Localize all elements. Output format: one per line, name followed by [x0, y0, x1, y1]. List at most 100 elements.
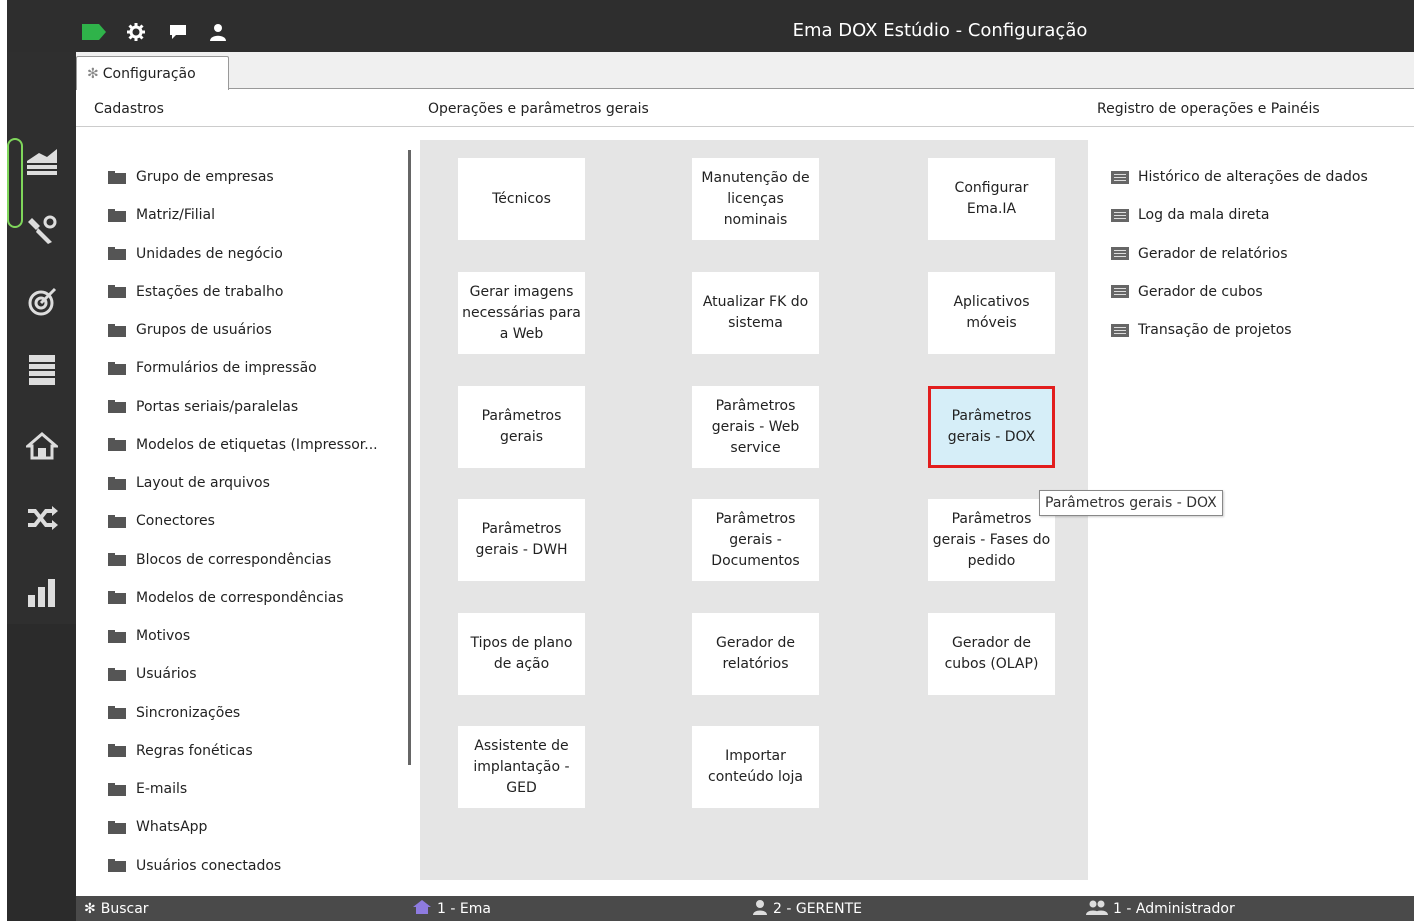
tile-button[interactable]: Gerador de cubos (OLAP) [928, 613, 1055, 695]
tile-button[interactable]: Aplicativos móveis [928, 272, 1055, 354]
list-item[interactable]: Usuários [108, 664, 197, 684]
tile-button[interactable]: Assistente de implantação - GED [458, 726, 585, 808]
list-item[interactable]: Regras fonéticas [108, 741, 253, 761]
folder-icon [108, 400, 126, 413]
scrollbar[interactable] [408, 150, 411, 765]
list-item[interactable]: Blocos de correspondências [108, 550, 331, 570]
list-item[interactable]: Log da mala direta [1111, 205, 1269, 225]
tile-button[interactable]: Gerador de relatórios [692, 613, 819, 695]
folder-icon [108, 438, 126, 452]
bar-chart-icon[interactable] [15, 562, 68, 622]
tag-icon[interactable] [82, 20, 106, 44]
list-item[interactable]: Layout de arquivos [108, 473, 270, 493]
company-label: 1 - Ema [437, 900, 491, 917]
list-item[interactable]: Modelos de correspondências [108, 588, 344, 608]
chat-icon[interactable] [166, 20, 190, 44]
list-item-label: Usuários conectados [136, 857, 282, 874]
folder-icon [108, 629, 126, 643]
tile-button[interactable]: Configurar Ema.IA [928, 158, 1055, 240]
status-bar: ✻ Buscar 1 - Ema 2 - GERENTE 1 - Adminis… [76, 896, 1414, 921]
section-registro-title: Registro de operações e Painéis [1097, 101, 1320, 117]
list-item[interactable]: Gerador de cubos [1111, 282, 1263, 302]
folder-icon [108, 859, 126, 872]
dashboard-icon[interactable] [15, 132, 68, 192]
list-item-label: Estações de trabalho [136, 283, 284, 300]
folder-icon [108, 170, 126, 184]
list-item-label: Modelos de etiquetas (Impressor... [136, 436, 378, 453]
profile-indicator[interactable]: 2 - GERENTE [752, 896, 862, 921]
list-item[interactable]: Unidades de negócio [108, 244, 283, 264]
tile-button[interactable]: Parâmetros gerais - Documentos [692, 499, 819, 581]
tile-button[interactable]: Técnicos [458, 158, 585, 240]
list-item-label: Conectores [136, 513, 215, 530]
list-item-label: Usuários [136, 666, 197, 683]
tile-button[interactable]: Parâmetros gerais [458, 386, 585, 468]
folder-icon [108, 285, 126, 299]
folder-icon [108, 323, 126, 337]
tile-button[interactable]: Manutenção de licenças nominais [692, 158, 819, 240]
table-icon[interactable] [15, 340, 68, 400]
tile-button[interactable]: Parâmetros gerais - DWH [458, 499, 585, 581]
user-indicator[interactable]: 1 - Administrador [1086, 896, 1235, 921]
user-icon[interactable] [206, 20, 230, 44]
folder-icon [108, 706, 126, 719]
home-icon[interactable] [15, 416, 68, 476]
list-item[interactable]: Histórico de alterações de dados [1111, 167, 1368, 187]
list-item[interactable]: Portas seriais/paralelas [108, 397, 298, 417]
window-left-edge [0, 0, 7, 52]
list-item[interactable]: Formulários de impressão [108, 358, 317, 378]
tile-button[interactable]: Tipos de plano de ação [458, 613, 585, 695]
list-item-label: Unidades de negócio [136, 245, 283, 262]
list-item[interactable]: Gerador de relatórios [1111, 244, 1288, 264]
folder-icon [108, 247, 126, 260]
list-item-label: Layout de arquivos [136, 475, 270, 491]
tile-button[interactable]: Parâmetros gerais - Fases do pedido [928, 499, 1055, 581]
list-item[interactable]: Conectores [108, 511, 215, 531]
list-item[interactable]: Motivos [108, 626, 190, 646]
list-item[interactable]: Transação de projetos [1111, 320, 1292, 340]
list-item-label: Gerador de cubos [1138, 283, 1263, 300]
section-operacoes-title: Operações e parâmetros gerais [428, 101, 649, 117]
target-icon[interactable] [15, 272, 68, 332]
tile-button[interactable]: Atualizar FK do sistema [692, 272, 819, 354]
tools-icon[interactable] [15, 200, 68, 260]
list-item[interactable]: Usuários conectados [108, 856, 281, 876]
list-icon [1111, 170, 1129, 184]
user-label: 1 - Administrador [1113, 900, 1235, 917]
list-item[interactable]: Grupos de usuários [108, 320, 272, 340]
list-item-label: Motivos [136, 628, 191, 644]
tile-button[interactable]: Parâmetros gerais - DOX [928, 386, 1055, 468]
shuffle-icon[interactable] [15, 488, 68, 548]
list-item-label: Grupo de empresas [136, 169, 274, 185]
folder-icon [108, 208, 126, 222]
list-item-label: Matriz/Filial [136, 207, 216, 224]
tooltip: Parâmetros gerais - DOX [1039, 490, 1223, 516]
list-item[interactable]: E-mails [108, 779, 187, 799]
tile-button[interactable]: Gerar imagens necessárias para a Web [458, 272, 585, 354]
sidebar-lower [7, 624, 76, 921]
tab-configuracao[interactable]: ✻ Configuração [76, 56, 229, 90]
list-item[interactable]: WhatsApp [108, 817, 207, 837]
folder-icon [108, 744, 126, 758]
list-item-label: Modelos de correspondências [136, 589, 344, 606]
list-item[interactable]: Modelos de etiquetas (Impressor... [108, 435, 378, 455]
gear-icon[interactable] [124, 20, 148, 44]
header-divider [76, 126, 1414, 127]
list-item[interactable]: Estações de trabalho [108, 282, 283, 302]
list-item-label: Grupos de usuários [136, 322, 272, 338]
tile-button[interactable]: Importar conteúdo loja [692, 726, 819, 808]
search-button[interactable]: ✻ Buscar [84, 896, 149, 921]
section-cadastros-title: Cadastros [94, 101, 164, 117]
list-item[interactable]: Sincronizações [108, 703, 240, 723]
folder-icon [108, 553, 126, 566]
tab-label: Configuração [102, 65, 196, 82]
list-icon [1111, 208, 1129, 222]
users-icon [1086, 899, 1108, 919]
company-indicator[interactable]: 1 - Ema [412, 896, 491, 921]
search-label: Buscar [100, 900, 149, 917]
gear-icon: ✻ [84, 900, 96, 917]
list-item[interactable]: Grupo de empresas [108, 167, 274, 187]
tile-button[interactable]: Parâmetros gerais - Web service [692, 386, 819, 468]
folder-icon [108, 514, 126, 528]
list-item[interactable]: Matriz/Filial [108, 205, 215, 225]
